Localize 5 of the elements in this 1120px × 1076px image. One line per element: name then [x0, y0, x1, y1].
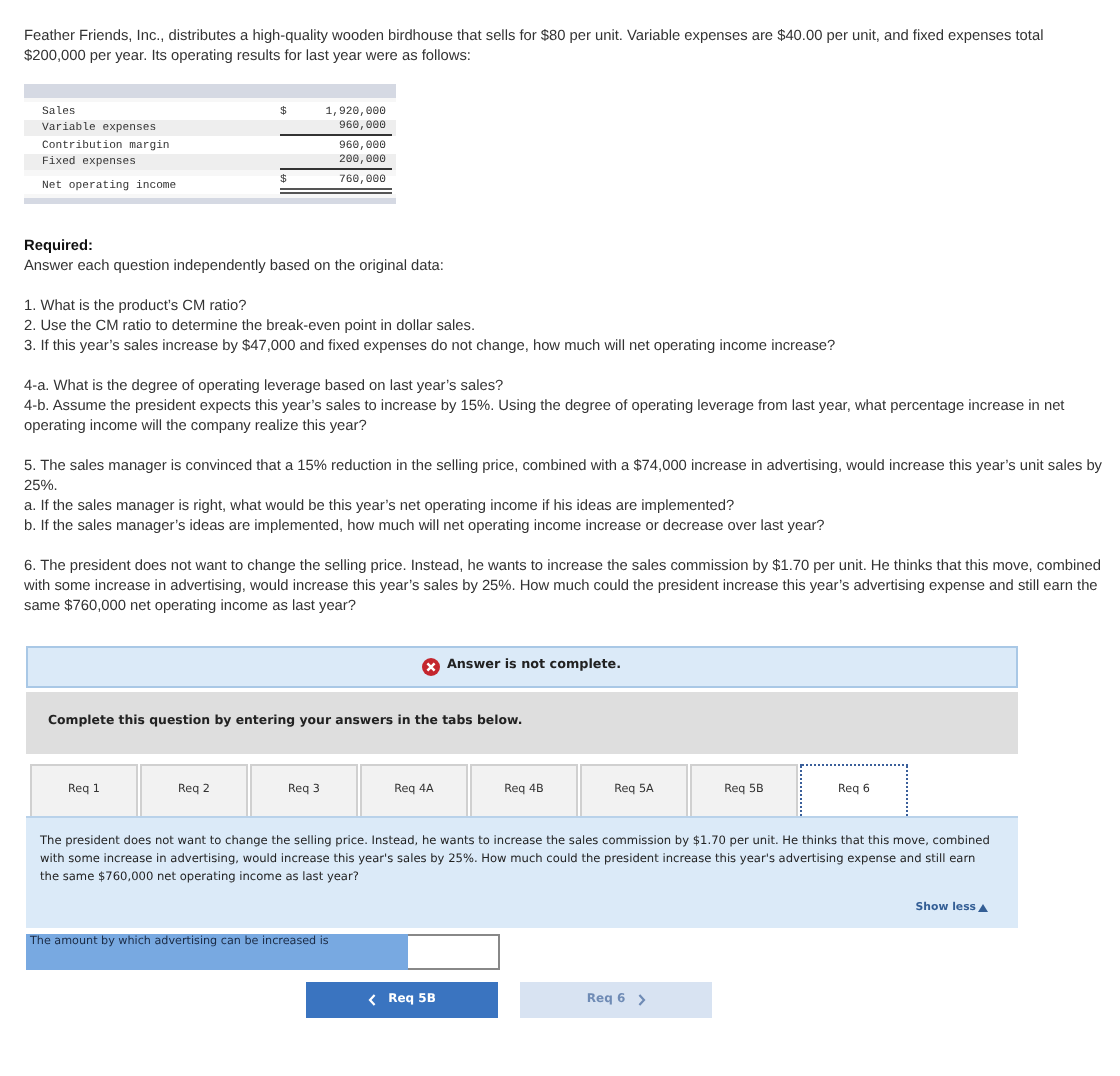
- error-icon: [422, 657, 441, 675]
- answer-field[interactable]: [408, 933, 500, 970]
- chevron-left-icon: [368, 993, 377, 1006]
- chevron-right-icon: [637, 993, 646, 1006]
- caret-up-icon: [978, 903, 988, 912]
